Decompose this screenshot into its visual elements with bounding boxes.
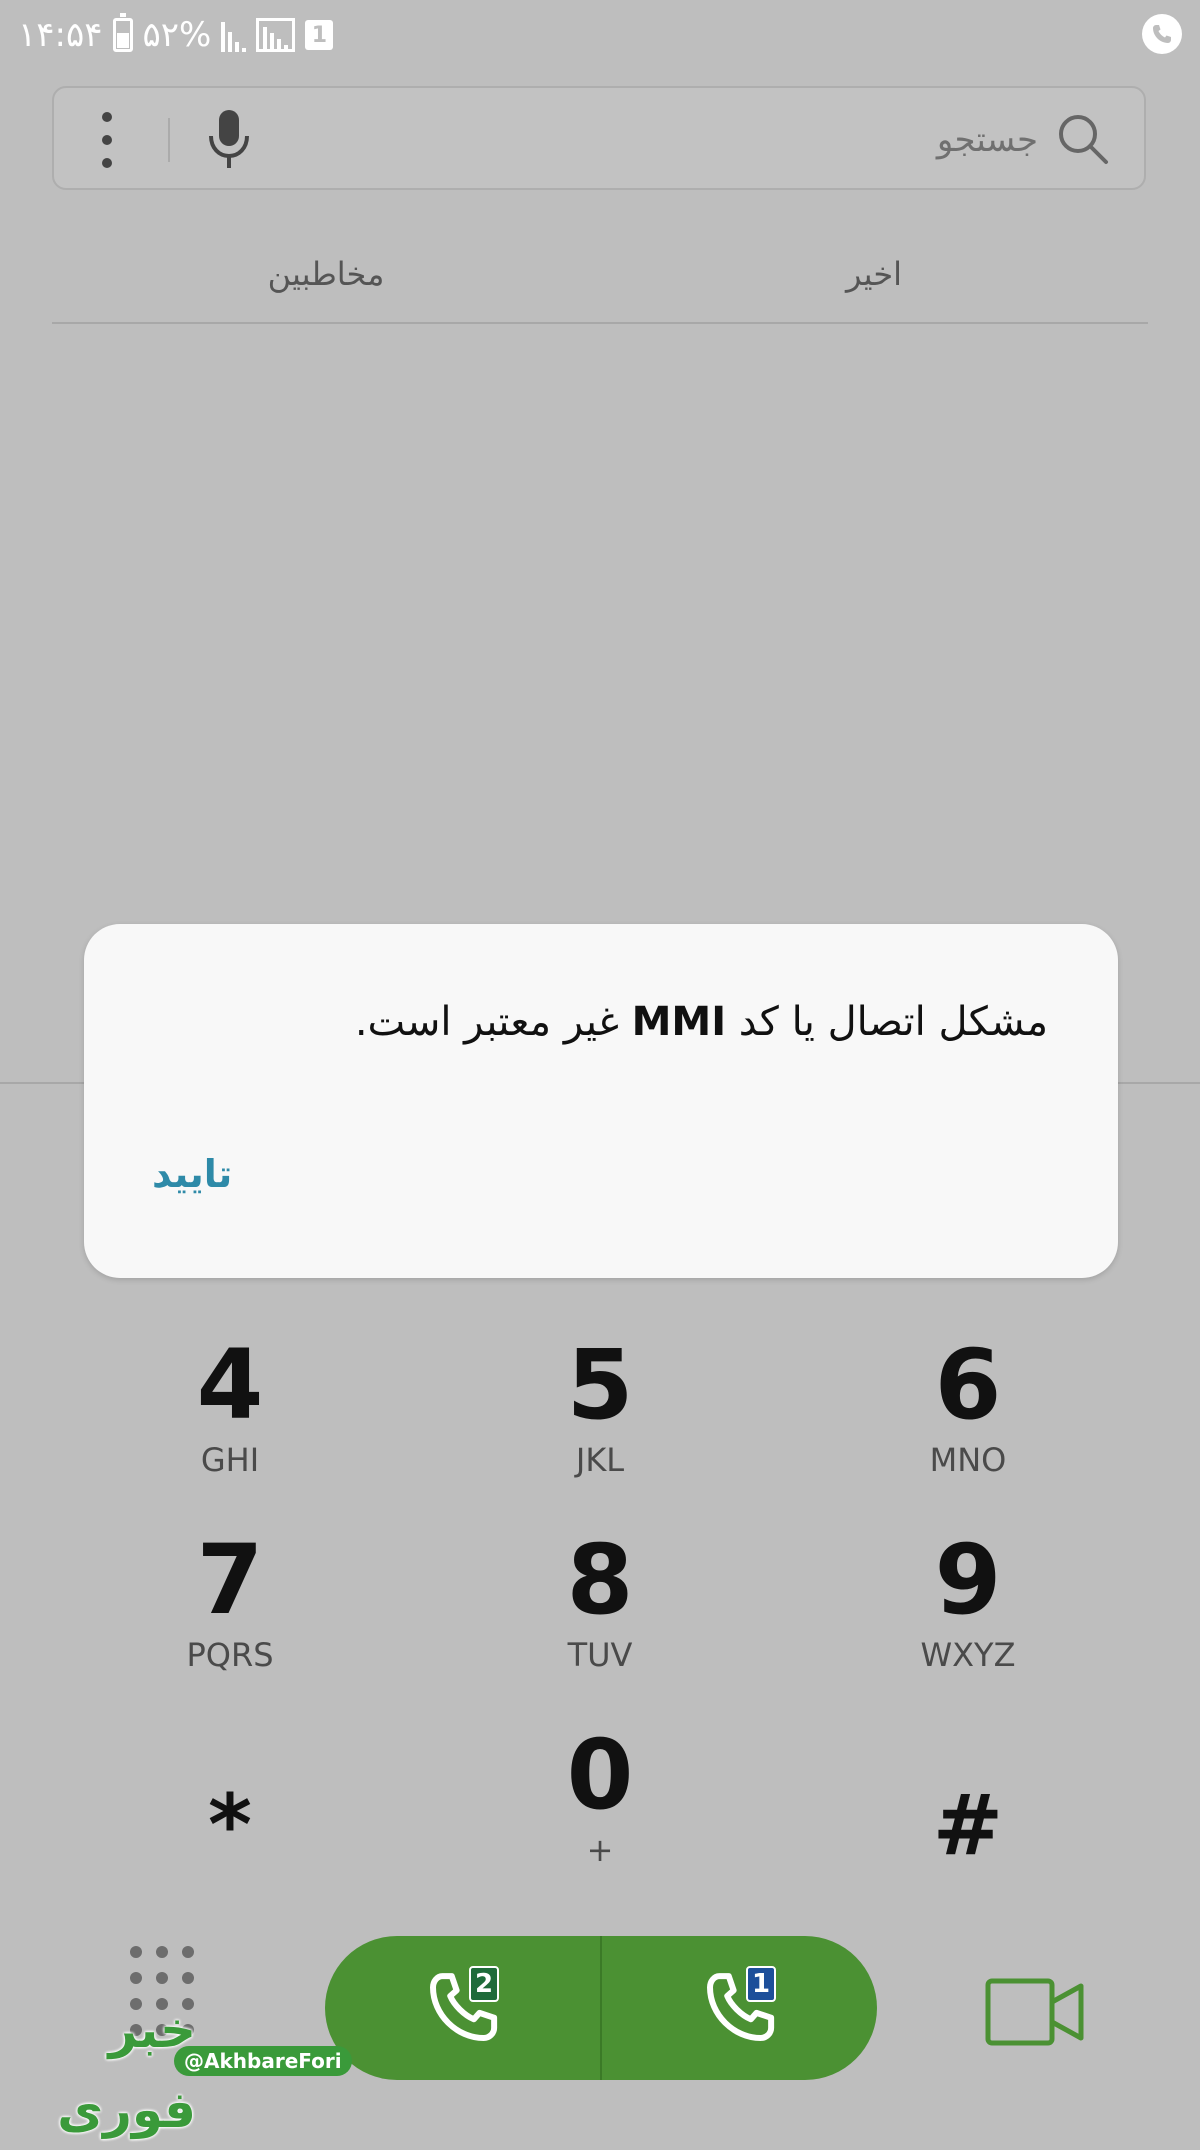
- key-4[interactable]: 4 GHI: [80, 1330, 380, 1510]
- tab-bar: مخاطبین اخیر: [52, 226, 1148, 324]
- key-digit: 0: [566, 1719, 634, 1831]
- key-6[interactable]: 6 MNO: [818, 1330, 1118, 1510]
- sim1-icon: 1: [305, 20, 334, 50]
- status-time: ۱۴:۵۴: [18, 15, 103, 55]
- search-bar[interactable]: [52, 86, 1146, 190]
- sim1-badge: 1: [746, 1966, 776, 2002]
- tab-contacts[interactable]: مخاطبین: [52, 226, 600, 322]
- battery-percent: ۵۲%: [142, 15, 212, 55]
- key-0[interactable]: 0 +: [450, 1720, 750, 1900]
- battery-icon: [112, 13, 133, 52]
- search-input[interactable]: [396, 112, 1040, 168]
- sim2-badge: 2: [469, 1966, 499, 2002]
- ok-button[interactable]: تایید: [152, 1152, 232, 1196]
- signal-box-icon: [256, 18, 296, 52]
- key-7[interactable]: 7 PQRS: [80, 1525, 380, 1705]
- search-icon[interactable]: [1056, 112, 1110, 166]
- key-digit: 6: [934, 1329, 1002, 1441]
- more-vert-icon[interactable]: [100, 112, 114, 168]
- key-digit: 5: [566, 1329, 634, 1441]
- dialog-message-bold: MMI: [631, 999, 727, 1045]
- key-digit: 9: [934, 1524, 1002, 1636]
- watermark: خبر فوری @AkhbareFori: [46, 1990, 366, 2139]
- key-letters: JKL: [575, 1441, 625, 1479]
- key-letters: WXYZ: [920, 1636, 1016, 1674]
- key-digit: *: [208, 1776, 252, 1874]
- key-digit: 7: [196, 1524, 264, 1636]
- dialog-message-part1: مشکل اتصال یا کد: [726, 999, 1048, 1045]
- key-letters: GHI: [200, 1441, 260, 1479]
- key-letters: PQRS: [186, 1636, 274, 1674]
- dialog-message: مشکل اتصال یا کد MMI غیر معتبر است.: [148, 994, 1048, 1050]
- call-buttons: 2 1: [325, 1936, 877, 2080]
- mmi-error-dialog: مشکل اتصال یا کد MMI غیر معتبر است. تایی…: [84, 924, 1118, 1278]
- dialog-message-part2: غیر معتبر است.: [354, 999, 632, 1045]
- call-sim2-button[interactable]: 2: [325, 1936, 600, 2080]
- key-digit: 4: [196, 1329, 264, 1441]
- call-sim1-button[interactable]: 1: [602, 1936, 877, 2080]
- key-digit: #: [932, 1776, 1004, 1874]
- search-divider: [168, 118, 170, 162]
- key-letters: TUV: [567, 1636, 633, 1674]
- watermark-handle: @AkhbareFori: [174, 2046, 352, 2076]
- key-9[interactable]: 9 WXYZ: [818, 1525, 1118, 1705]
- signal-icon: [221, 18, 247, 52]
- key-star[interactable]: *: [80, 1720, 380, 1900]
- key-5[interactable]: 5 JKL: [450, 1330, 750, 1510]
- key-digit: 8: [566, 1524, 634, 1636]
- status-left: ۱۴:۵۴ ۵۲% 1: [18, 12, 334, 58]
- key-8[interactable]: 8 TUV: [450, 1525, 750, 1705]
- key-hash[interactable]: #: [818, 1720, 1118, 1900]
- key-letters: MNO: [929, 1441, 1007, 1479]
- key-letters: +: [586, 1831, 614, 1869]
- status-bar: ۱۴:۵۴ ۵۲% 1: [0, 0, 1200, 70]
- mic-icon[interactable]: [204, 108, 254, 172]
- call-active-icon: [1142, 14, 1182, 54]
- tab-recent[interactable]: اخیر: [600, 226, 1148, 322]
- video-call-icon[interactable]: [985, 1978, 1085, 2046]
- watermark-logo: خبر فوری: [57, 2001, 196, 2139]
